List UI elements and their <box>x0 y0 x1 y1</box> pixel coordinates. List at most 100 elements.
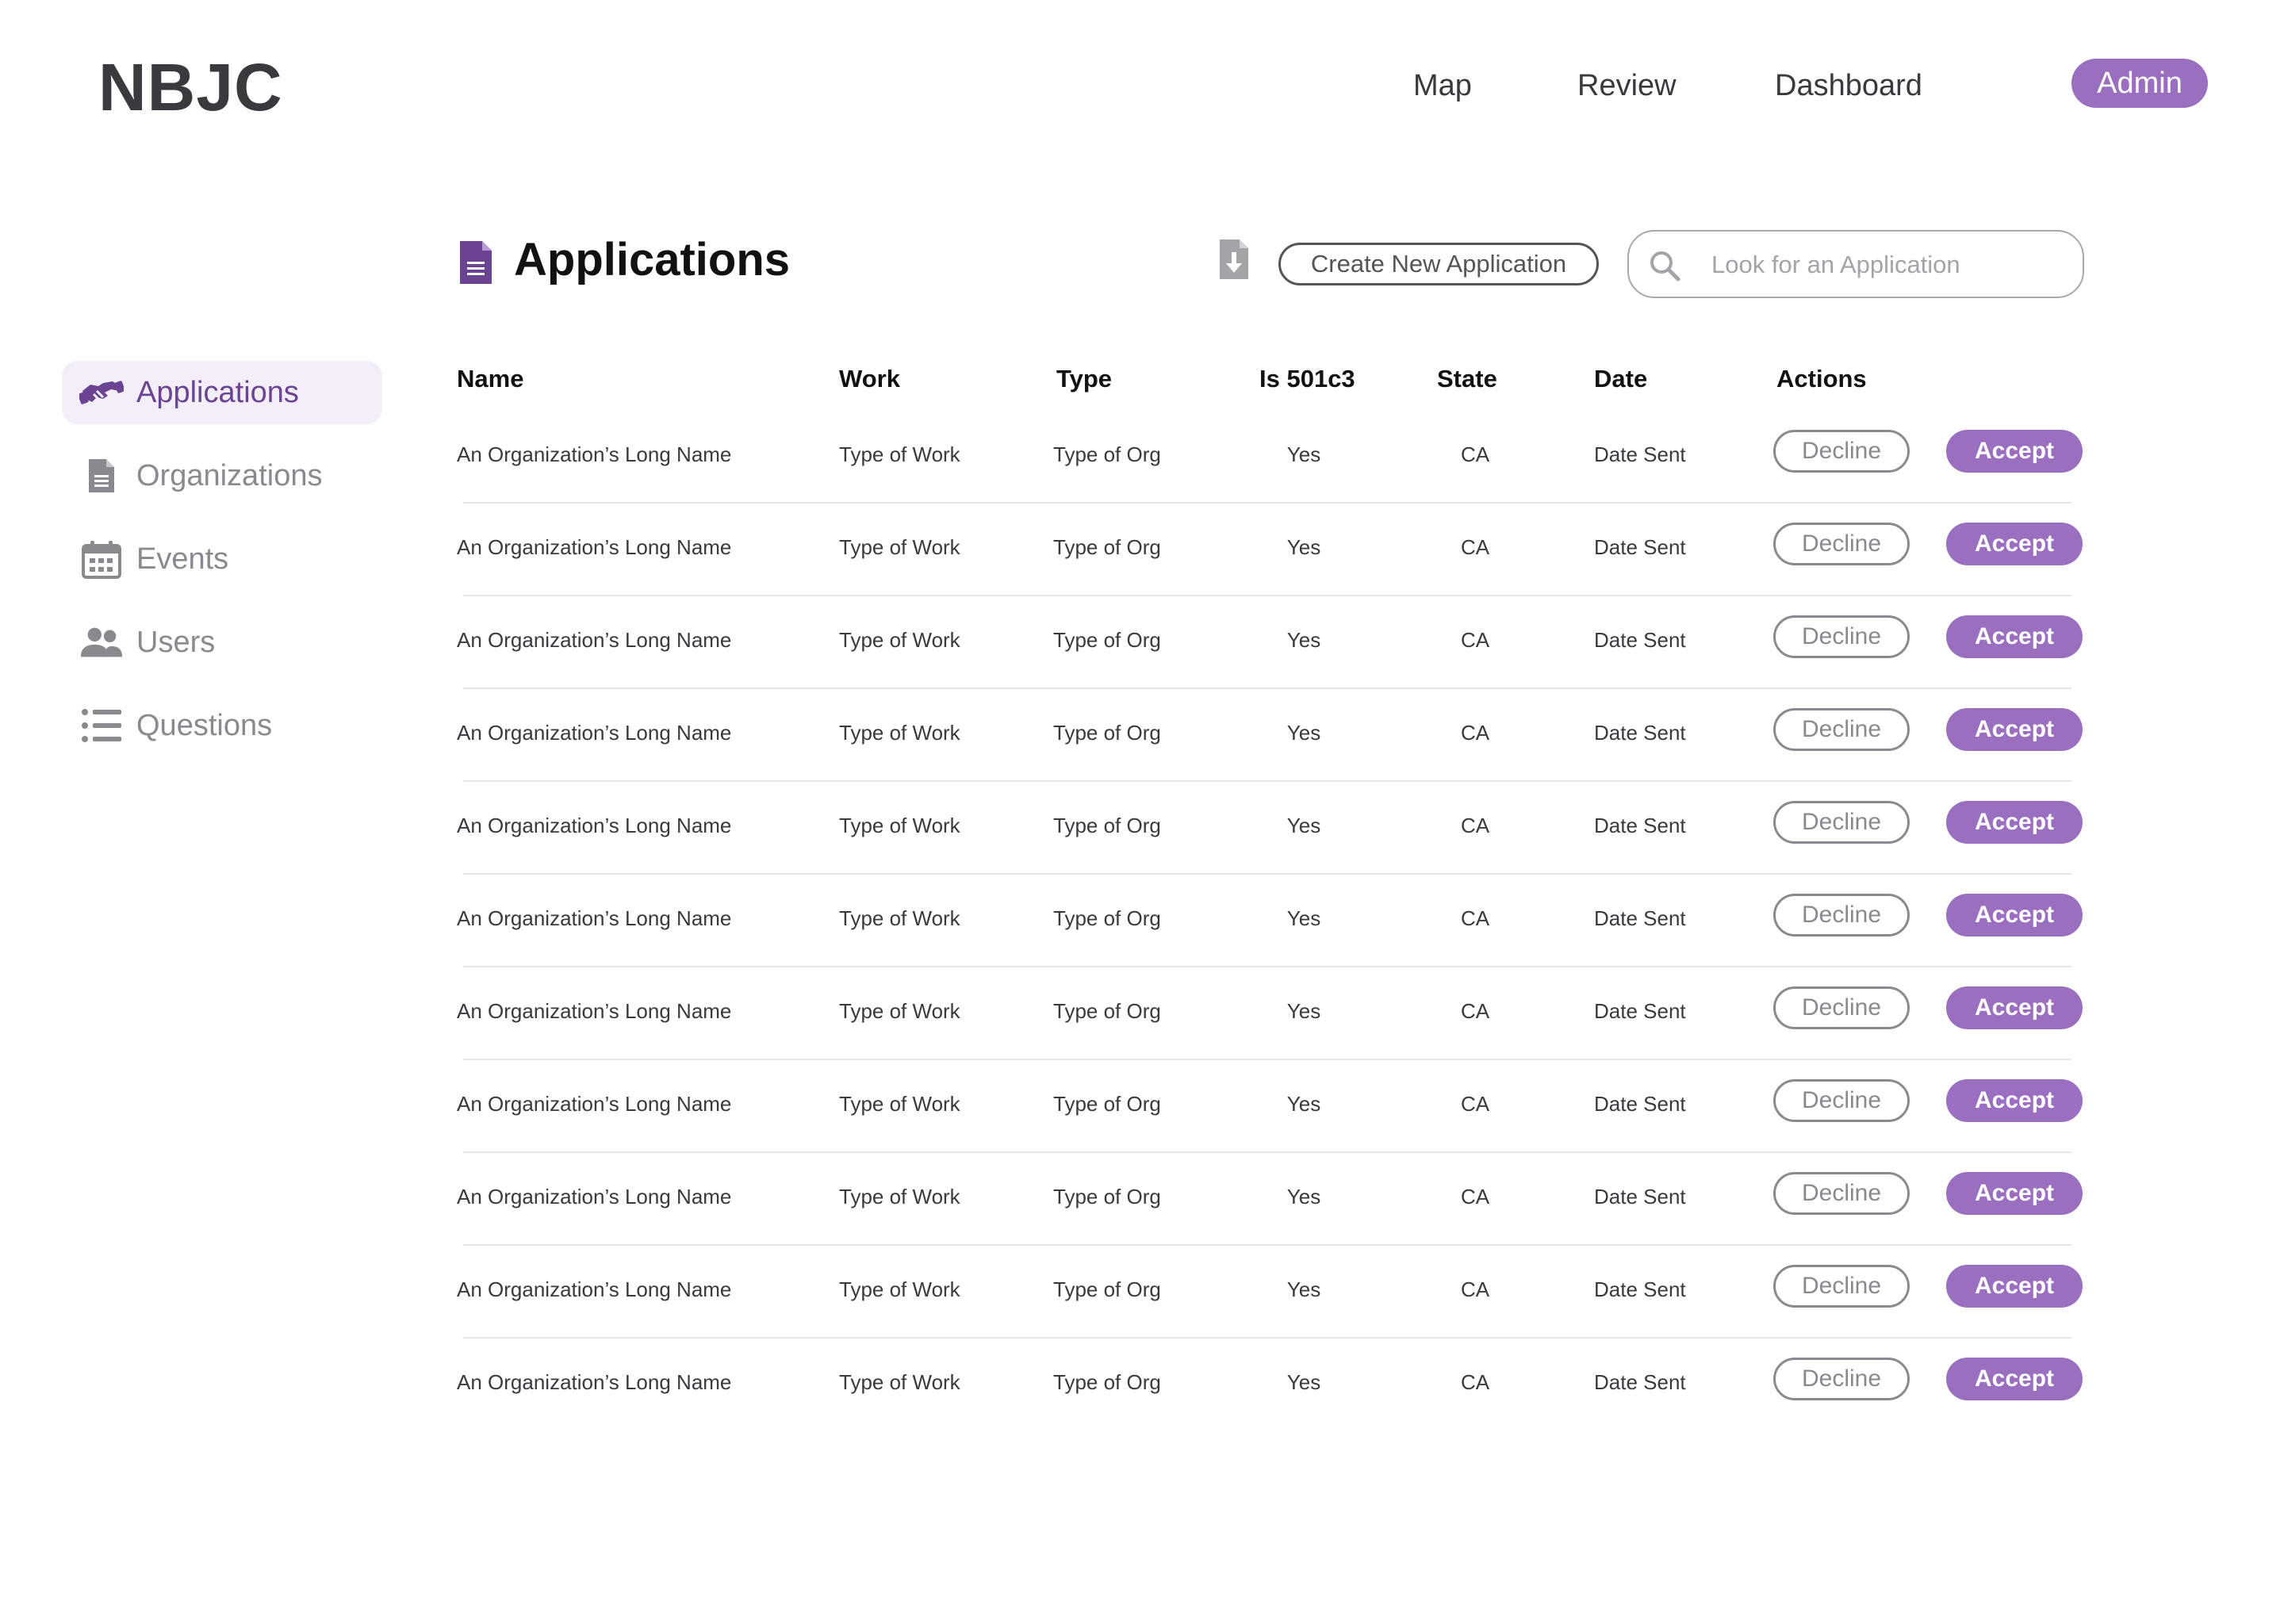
sidebar-item-questions[interactable]: Questions <box>62 694 382 757</box>
table-row[interactable]: An Organization’s Long Name Type of Work T… <box>457 504 2090 596</box>
cell-type: Type of Org <box>1053 999 1161 1023</box>
search-icon <box>1648 249 1681 286</box>
column-header-work[interactable]: Work <box>839 365 900 393</box>
column-header-actions: Actions <box>1776 365 1867 393</box>
decline-button[interactable]: Decline <box>1773 1079 1910 1122</box>
table-row[interactable]: An Organization’s Long Name Type of Work T… <box>457 1339 2090 1431</box>
applications-table: Name Work Type Is 501c3 State Date Actio… <box>457 365 2090 1431</box>
accept-button[interactable]: Accept <box>1946 894 2083 936</box>
cell-date: Date Sent <box>1594 628 1686 652</box>
sidebar-item-label: Organizations <box>136 458 323 492</box>
cell-type: Type of Org <box>1053 535 1161 559</box>
cell-name: An Organization’s Long Name <box>457 628 732 652</box>
cell-state: CA <box>1460 721 1490 745</box>
cell-state: CA <box>1460 1092 1490 1116</box>
table-row[interactable]: An Organization’s Long Name Type of Work T… <box>457 875 2090 967</box>
cell-date: Date Sent <box>1594 814 1686 837</box>
accept-button[interactable]: Accept <box>1946 430 2083 473</box>
calendar-icon <box>79 537 124 581</box>
accept-button[interactable]: Accept <box>1946 615 2083 658</box>
cell-date: Date Sent <box>1594 999 1686 1023</box>
download-file-icon[interactable] <box>1218 238 1250 285</box>
decline-button[interactable]: Decline <box>1773 1172 1910 1215</box>
accept-button[interactable]: Accept <box>1946 801 2083 844</box>
accept-button[interactable]: Accept <box>1946 1172 2083 1215</box>
sidebar-item-label: Users <box>136 625 216 659</box>
column-header-date[interactable]: Date <box>1594 365 1647 393</box>
cell-work: Type of Work <box>839 1370 960 1394</box>
cell-date: Date Sent <box>1594 442 1686 466</box>
nav-link-review[interactable]: Review <box>1577 62 1677 109</box>
sidebar-item-events[interactable]: Events <box>62 527 382 591</box>
cell-date: Date Sent <box>1594 1370 1686 1394</box>
cell-is501c3: Yes <box>1286 442 1321 466</box>
accept-button[interactable]: Accept <box>1946 1079 2083 1122</box>
cell-state: CA <box>1460 535 1490 559</box>
cell-name: An Organization’s Long Name <box>457 1370 732 1394</box>
cell-type: Type of Org <box>1053 1277 1161 1301</box>
cell-date: Date Sent <box>1594 1092 1686 1116</box>
table-row[interactable]: An Organization’s Long Name Type of Work T… <box>457 1060 2090 1153</box>
cell-is501c3: Yes <box>1286 1092 1321 1116</box>
decline-button[interactable]: Decline <box>1773 801 1910 844</box>
nav-link-map[interactable]: Map <box>1413 62 1472 109</box>
table-header: Name Work Type Is 501c3 State Date Actio… <box>457 365 2090 411</box>
table-row[interactable]: An Organization’s Long Name Type of Work T… <box>457 596 2090 689</box>
decline-button[interactable]: Decline <box>1773 708 1910 751</box>
table-row[interactable]: An Organization’s Long Name Type of Work T… <box>457 689 2090 782</box>
accept-button[interactable]: Accept <box>1946 986 2083 1029</box>
column-header-name[interactable]: Name <box>457 365 523 393</box>
sidebar-item-applications[interactable]: Applications <box>62 361 382 424</box>
cell-work: Type of Work <box>839 535 960 559</box>
cell-date: Date Sent <box>1594 721 1686 745</box>
sidebar-item-organizations[interactable]: Organizations <box>62 444 382 508</box>
column-header-type[interactable]: Type <box>1056 365 1112 393</box>
accept-button[interactable]: Accept <box>1946 523 2083 565</box>
decline-button[interactable]: Decline <box>1773 430 1910 473</box>
nav-link-dashboard[interactable]: Dashboard <box>1775 62 1922 109</box>
cell-work: Type of Work <box>839 906 960 930</box>
decline-button[interactable]: Decline <box>1773 894 1910 936</box>
column-header-is501c3[interactable]: Is 501c3 <box>1259 365 1355 393</box>
cell-type: Type of Org <box>1053 721 1161 745</box>
decline-button[interactable]: Decline <box>1773 615 1910 658</box>
accept-button[interactable]: Accept <box>1946 1265 2083 1308</box>
cell-work: Type of Work <box>839 1185 960 1208</box>
cell-is501c3: Yes <box>1286 1277 1321 1301</box>
cell-work: Type of Work <box>839 721 960 745</box>
decline-button[interactable]: Decline <box>1773 1358 1910 1400</box>
accept-button[interactable]: Accept <box>1946 708 2083 751</box>
users-icon <box>79 620 124 665</box>
sidebar-item-label: Applications <box>136 375 299 409</box>
cell-date: Date Sent <box>1594 535 1686 559</box>
create-new-application-button[interactable]: Create New Application <box>1278 243 1599 285</box>
table-row[interactable]: An Organization’s Long Name Type of Work T… <box>457 411 2090 504</box>
top-nav: Map Review Dashboard <box>0 62 2284 109</box>
cell-is501c3: Yes <box>1286 906 1321 930</box>
cell-name: An Organization’s Long Name <box>457 1277 732 1301</box>
table-row[interactable]: An Organization’s Long Name Type of Work T… <box>457 967 2090 1060</box>
cell-work: Type of Work <box>839 999 960 1023</box>
cell-type: Type of Org <box>1053 1185 1161 1208</box>
column-header-state[interactable]: State <box>1437 365 1497 393</box>
admin-button[interactable]: Admin <box>2071 59 2208 108</box>
cell-state: CA <box>1460 1370 1490 1394</box>
cell-state: CA <box>1460 442 1490 466</box>
decline-button[interactable]: Decline <box>1773 523 1910 565</box>
sidebar-item-label: Events <box>136 542 229 576</box>
cell-type: Type of Org <box>1053 906 1161 930</box>
table-row[interactable]: An Organization’s Long Name Type of Work T… <box>457 1153 2090 1246</box>
sidebar-item-users[interactable]: Users <box>62 611 382 674</box>
decline-button[interactable]: Decline <box>1773 986 1910 1029</box>
decline-button[interactable]: Decline <box>1773 1265 1910 1308</box>
search-input[interactable] <box>1711 244 2060 285</box>
cell-state: CA <box>1460 999 1490 1023</box>
accept-button[interactable]: Accept <box>1946 1358 2083 1400</box>
cell-name: An Organization’s Long Name <box>457 1185 732 1208</box>
cell-is501c3: Yes <box>1286 999 1321 1023</box>
table-row[interactable]: An Organization’s Long Name Type of Work T… <box>457 782 2090 875</box>
cell-name: An Organization’s Long Name <box>457 1092 732 1116</box>
table-row[interactable]: An Organization’s Long Name Type of Work T… <box>457 1246 2090 1339</box>
document-icon <box>458 239 493 289</box>
cell-work: Type of Work <box>839 814 960 837</box>
